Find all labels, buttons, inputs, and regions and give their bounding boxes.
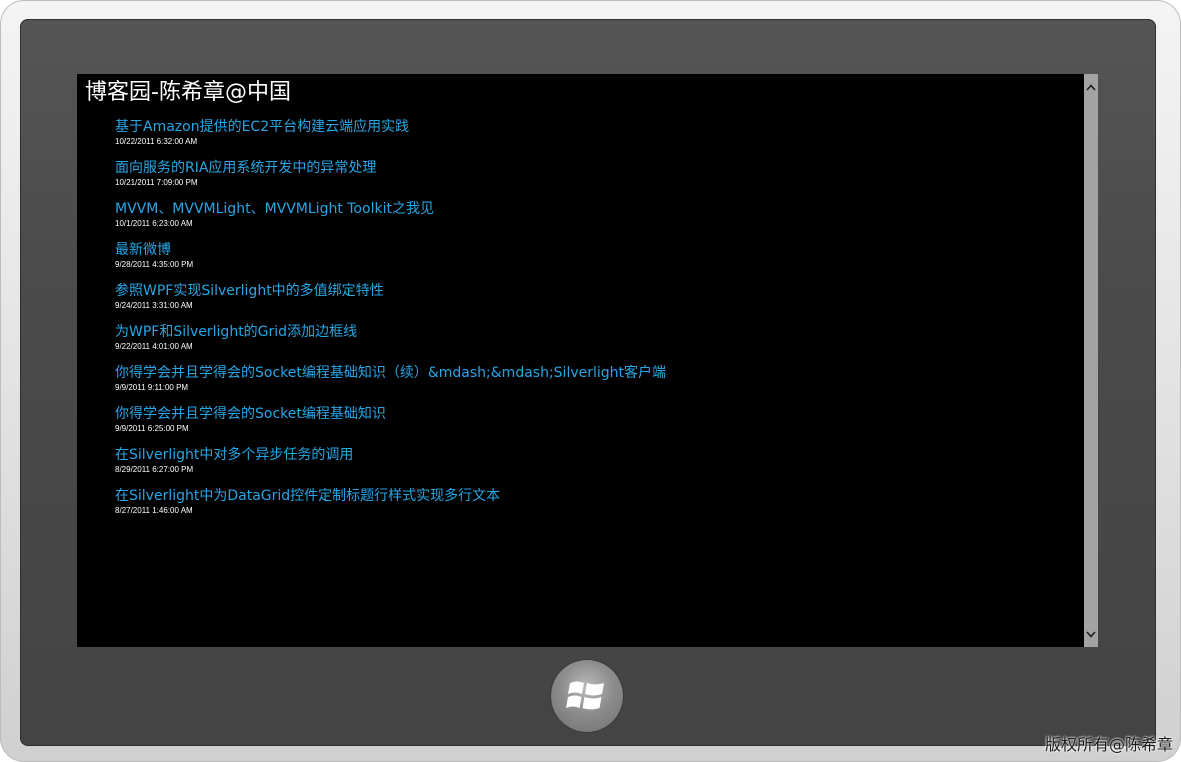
chevron-down-icon [1086, 630, 1096, 638]
list-item: 参照WPF实现Silverlight中的多值绑定特性 9/24/2011 3:3… [115, 282, 666, 323]
chevron-up-icon [1086, 83, 1096, 91]
post-title-link[interactable]: 你得学会并且学得会的Socket编程基础知识 [115, 405, 666, 424]
list-item: 你得学会并且学得会的Socket编程基础知识（续）&mdash;&mdash;S… [115, 364, 666, 405]
post-date: 9/24/2011 3:31:00 AM [115, 301, 193, 310]
post-date: 10/22/2011 6:32:00 AM [115, 137, 198, 146]
list-item: 在Silverlight中对多个异步任务的调用 8/29/2011 6:27:0… [115, 446, 666, 487]
post-title-link[interactable]: 最新微博 [115, 241, 666, 260]
post-title-link[interactable]: 面向服务的RIA应用系统开发中的异常处理 [115, 159, 666, 178]
post-title-link[interactable]: 在Silverlight中为DataGrid控件定制标题行样式实现多行文本 [115, 487, 666, 506]
windows-start-button[interactable] [551, 660, 623, 732]
app-screen: 博客园-陈希章@中国 基于Amazon提供的EC2平台构建云端应用实践 10/2… [77, 74, 1098, 647]
post-title-link[interactable]: 在Silverlight中对多个异步任务的调用 [115, 446, 666, 465]
list-item: 面向服务的RIA应用系统开发中的异常处理 10/21/2011 7:09:00 … [115, 159, 666, 200]
post-date: 8/27/2011 1:46:00 AM [115, 506, 193, 515]
post-date: 8/29/2011 6:27:00 PM [115, 465, 194, 474]
post-date: 9/22/2011 4:01:00 AM [115, 342, 193, 351]
list-item: 在Silverlight中为DataGrid控件定制标题行样式实现多行文本 8/… [115, 487, 666, 528]
windows-logo-icon [566, 681, 604, 710]
post-date: 9/28/2011 4:35:00 PM [115, 260, 194, 269]
post-date: 9/9/2011 6:25:00 PM [115, 424, 189, 433]
vertical-scrollbar[interactable] [1084, 74, 1098, 647]
list-item: 基于Amazon提供的EC2平台构建云端应用实践 10/22/2011 6:32… [115, 118, 666, 159]
page-title: 博客园-陈希章@中国 [85, 80, 291, 105]
post-title-link[interactable]: 参照WPF实现Silverlight中的多值绑定特性 [115, 282, 666, 301]
copyright-watermark: 版权所有@陈希章 [1044, 735, 1173, 754]
list-item: MVVM、MVVMLight、MVVMLight Toolkit之我见 10/1… [115, 200, 666, 241]
list-item: 最新微博 9/28/2011 4:35:00 PM [115, 241, 666, 282]
post-date: 9/9/2011 9:11:00 PM [115, 383, 189, 392]
post-title-link[interactable]: 你得学会并且学得会的Socket编程基础知识（续）&mdash;&mdash;S… [115, 364, 666, 383]
scroll-up-button[interactable] [1084, 78, 1098, 96]
list-item: 你得学会并且学得会的Socket编程基础知识 9/9/2011 6:25:00 … [115, 405, 666, 446]
list-item: 为WPF和Silverlight的Grid添加边框线 9/22/2011 4:0… [115, 323, 666, 364]
scroll-down-button[interactable] [1084, 625, 1098, 643]
post-title-link[interactable]: 基于Amazon提供的EC2平台构建云端应用实践 [115, 118, 666, 137]
post-date: 10/21/2011 7:09:00 PM [115, 178, 198, 187]
post-title-link[interactable]: MVVM、MVVMLight、MVVMLight Toolkit之我见 [115, 200, 666, 219]
post-date: 10/1/2011 6:23:00 AM [115, 219, 193, 228]
device-frame: 博客园-陈希章@中国 基于Amazon提供的EC2平台构建云端应用实践 10/2… [0, 0, 1181, 762]
blog-post-list: 基于Amazon提供的EC2平台构建云端应用实践 10/22/2011 6:32… [115, 118, 666, 528]
post-title-link[interactable]: 为WPF和Silverlight的Grid添加边框线 [115, 323, 666, 342]
